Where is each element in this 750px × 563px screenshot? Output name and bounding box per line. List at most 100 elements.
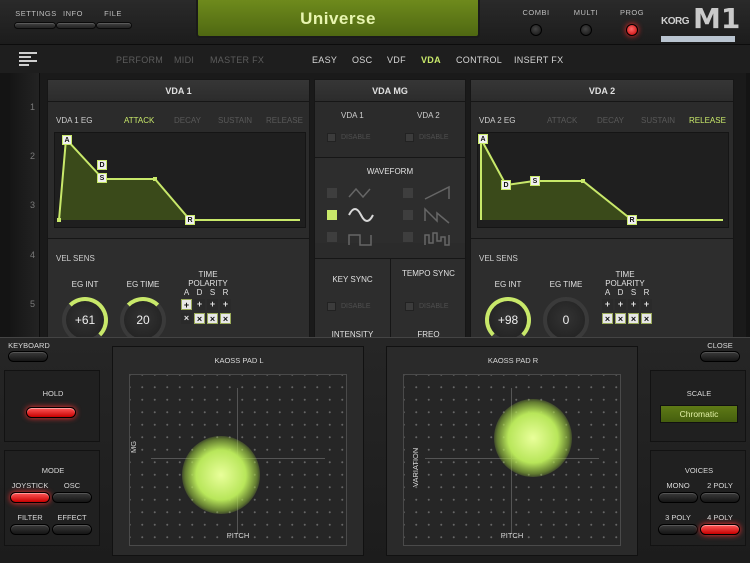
combi-button[interactable] (530, 24, 542, 36)
multi-button[interactable] (580, 24, 592, 36)
vda2-pol-a-plus[interactable]: + (602, 299, 613, 310)
vda1-time-d[interactable]: × (194, 313, 205, 324)
vda-mg-vda2-disable[interactable]: DISABLE (419, 134, 449, 141)
tempo-sync-disable[interactable]: DISABLE (419, 303, 449, 310)
vda1-pol-s-plus[interactable]: + (207, 299, 218, 310)
track-ruler (10, 73, 40, 337)
vda2-envelope-graph[interactable]: A D S R (477, 132, 729, 228)
filter-mode-button[interactable] (10, 524, 50, 535)
step-saw-wave-icon (424, 207, 450, 224)
wave-saw-select[interactable] (403, 188, 413, 198)
vda1-time-s[interactable]: × (207, 313, 218, 324)
vda1-panel: VDA 1 VDA 1 EG ATTACK DECAY SUSTAIN RELE… (47, 79, 310, 343)
vda2-time-r[interactable]: × (641, 313, 652, 324)
info-button[interactable] (56, 22, 96, 29)
settings-button[interactable] (14, 22, 56, 29)
vda1-badge-a[interactable]: A (62, 135, 72, 145)
tab-master-fx[interactable]: MASTER FX (210, 55, 264, 65)
wave-triangle-select[interactable] (327, 188, 337, 198)
kaoss-pad-right-touch-point[interactable] (494, 399, 572, 477)
tab-midi[interactable]: MIDI (174, 55, 194, 65)
vda1-envelope-graph[interactable]: A D S R (54, 132, 306, 228)
vda2-badge-d[interactable]: D (501, 180, 511, 190)
vda2-eg-int-label: EG INT (494, 280, 522, 289)
scale-display[interactable]: Chromatic (660, 405, 738, 423)
wave-sine-select[interactable] (327, 210, 337, 220)
tab-vda[interactable]: VDA (421, 55, 441, 65)
tab-easy[interactable]: EASY (312, 55, 337, 65)
vda2-tab-attack[interactable]: ATTACK (547, 116, 577, 125)
patch-display[interactable]: Universe (196, 0, 480, 38)
triangle-wave-icon (348, 187, 371, 199)
wave-step-saw-select[interactable] (403, 210, 413, 220)
vda1-vel-sens-label: VEL SENS (56, 254, 95, 263)
vda2-badge-s[interactable]: S (530, 176, 540, 186)
vda2-tab-release[interactable]: RELEASE (689, 116, 726, 125)
square-wave-icon (348, 234, 372, 246)
vda2-time-d[interactable]: × (615, 313, 626, 324)
vda1-tab-attack[interactable]: ATTACK (124, 116, 154, 125)
mono-button[interactable] (658, 492, 698, 503)
vda2-time-a[interactable]: × (602, 313, 613, 324)
poly4-button[interactable] (700, 524, 740, 535)
vda1-badge-r[interactable]: R (185, 215, 195, 225)
effect-mode-button[interactable] (52, 524, 92, 535)
vda2-pol-s-plus[interactable]: + (628, 299, 639, 310)
keyboard-button[interactable] (8, 351, 48, 362)
vda1-tab-decay[interactable]: DECAY (174, 116, 201, 125)
prog-button[interactable] (626, 24, 638, 36)
waveform-label: WAVEFORM (366, 167, 414, 176)
vda-mg-vda2-disable-check[interactable] (405, 133, 414, 142)
hold-button[interactable] (26, 407, 76, 418)
kaoss-pad-right[interactable]: KAOSS PAD R VARIATION PITCH (386, 346, 638, 556)
tab-osc[interactable]: OSC (352, 55, 372, 65)
key-sync-disable[interactable]: DISABLE (341, 303, 371, 310)
wave-random-select[interactable] (403, 232, 413, 242)
logo-bar (661, 36, 735, 42)
tab-insert-fx[interactable]: INSERT FX (514, 55, 563, 65)
poly2-button[interactable] (700, 492, 740, 503)
vda1-tab-release[interactable]: RELEASE (266, 116, 303, 125)
menu-icon[interactable] (19, 52, 37, 66)
vda2-pol-r-plus[interactable]: + (641, 299, 652, 310)
vda2-eg-label: VDA 2 EG (479, 116, 516, 125)
vda2-tab-sustain[interactable]: SUSTAIN (641, 116, 675, 125)
hold-box: HOLD (4, 370, 100, 442)
wave-square-select[interactable] (327, 232, 337, 242)
vda1-time-polarity-label: TIME POLARITY (188, 270, 228, 288)
mono-label: MONO (666, 481, 690, 490)
close-button[interactable] (700, 351, 740, 362)
kaoss-pad-left[interactable]: KAOSS PAD L MG PITCH (112, 346, 364, 556)
vda2-time-s[interactable]: × (628, 313, 639, 324)
vda1-time-r[interactable]: × (220, 313, 231, 324)
vda2-tab-decay[interactable]: DECAY (597, 116, 624, 125)
vda2-badge-r[interactable]: R (627, 215, 637, 225)
joystick-button[interactable] (10, 492, 50, 503)
vda1-envelope-svg (57, 136, 300, 222)
tab-perform[interactable]: PERFORM (116, 55, 163, 65)
vda1-tab-sustain[interactable]: SUSTAIN (218, 116, 252, 125)
key-sync-disable-check[interactable] (327, 302, 336, 311)
waveform-section: WAVEFORM (315, 157, 465, 246)
filter-label: FILTER (17, 513, 43, 522)
tempo-sync-label: TEMPO SYNC (402, 269, 455, 278)
tempo-sync-disable-check[interactable] (405, 302, 414, 311)
vda1-badge-d[interactable]: D (97, 160, 107, 170)
saw-wave-icon (424, 185, 450, 200)
vda1-pol-d-plus[interactable]: + (194, 299, 205, 310)
vda-mg-vda1-disable[interactable]: DISABLE (341, 134, 371, 141)
tab-vdf[interactable]: VDF (387, 55, 406, 65)
tab-control[interactable]: CONTROL (456, 55, 502, 65)
file-button[interactable] (96, 22, 132, 29)
vda1-pol-r-plus[interactable]: + (220, 299, 231, 310)
vda1-pol-a-plus[interactable]: + (181, 299, 192, 310)
osc-mode-button[interactable] (52, 492, 92, 503)
vda1-badge-s[interactable]: S (97, 173, 107, 183)
vda-mg-vda1-disable-check[interactable] (327, 133, 336, 142)
kaoss-pad-left-touch-point[interactable] (182, 436, 260, 514)
poly3-button[interactable] (658, 524, 698, 535)
vda2-pol-d-plus[interactable]: + (615, 299, 626, 310)
settings-label: SETTINGS (15, 9, 57, 18)
vda2-badge-a[interactable]: A (478, 134, 488, 144)
vda1-time-a[interactable]: × (181, 313, 192, 324)
